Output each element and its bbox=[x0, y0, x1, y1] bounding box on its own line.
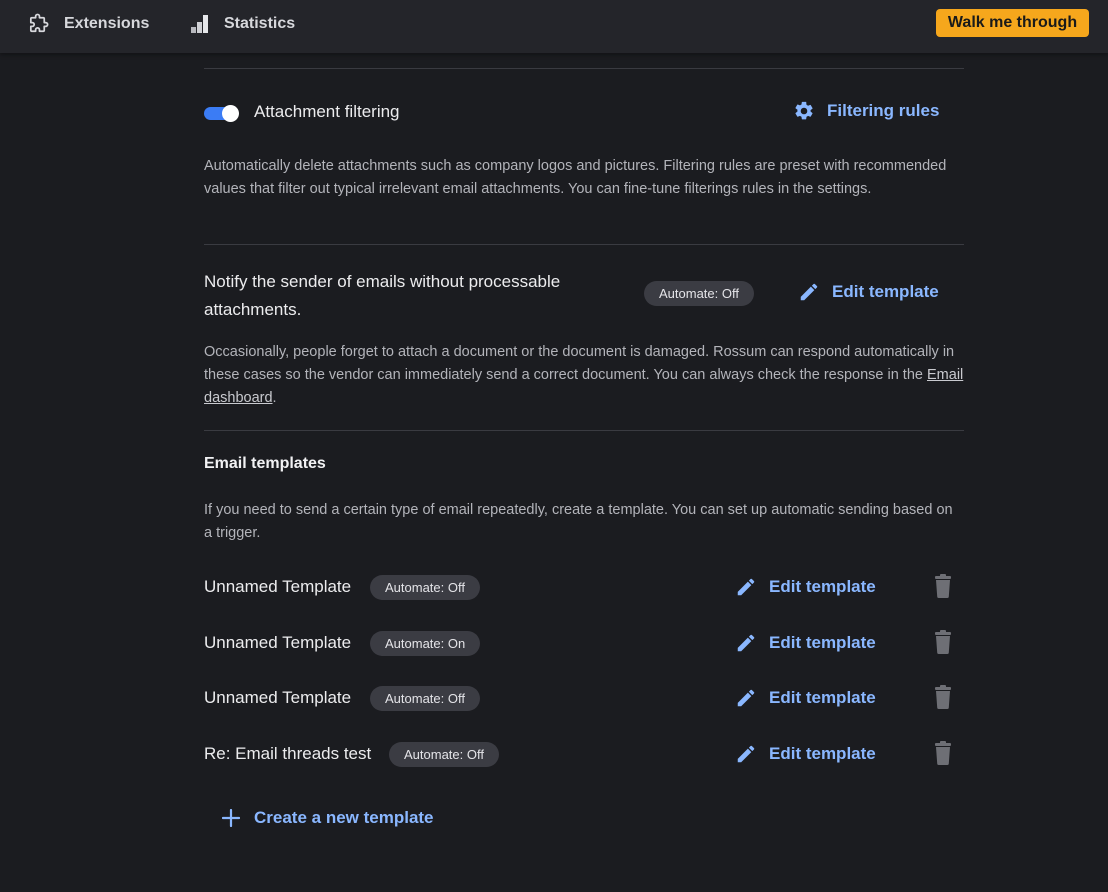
edit-template-label: Edit template bbox=[769, 577, 876, 596]
template-row: Re: Email threads test Automate: Off Edi… bbox=[204, 740, 964, 768]
nav-item-extensions[interactable]: Extensions bbox=[27, 12, 149, 36]
automate-status-badge: Automate: Off bbox=[644, 281, 754, 306]
notify-sender-title-line1: Notify the sender of emails without proc… bbox=[204, 272, 561, 291]
pencil-icon bbox=[737, 578, 755, 596]
filtering-rules-button[interactable]: Filtering rules bbox=[793, 100, 939, 122]
automate-status-badge: Automate: Off bbox=[370, 686, 480, 711]
attachment-filtering-description: Automatically delete attachments such as… bbox=[204, 158, 947, 197]
bar-chart-icon bbox=[191, 15, 208, 33]
walk-me-through-button[interactable]: Walk me through bbox=[936, 9, 1089, 37]
notify-sender-title-line2: attachments. bbox=[204, 300, 302, 319]
create-new-template-button[interactable]: Create a new template bbox=[222, 808, 434, 828]
divider bbox=[204, 430, 964, 431]
template-name: Unnamed Template bbox=[204, 688, 352, 707]
notify-sender-description: Occasionally, people forget to attach a … bbox=[204, 341, 964, 410]
edit-template-label: Edit template bbox=[769, 744, 876, 763]
plus-icon bbox=[222, 809, 240, 827]
attachment-filtering-toggle[interactable] bbox=[203, 104, 239, 122]
description-period: . bbox=[272, 390, 277, 406]
trash-icon[interactable] bbox=[933, 741, 953, 765]
notify-sender-title: Notify the sender of emails without proc… bbox=[204, 268, 560, 324]
template-name: Re: Email threads test bbox=[204, 744, 372, 763]
pencil-icon bbox=[737, 689, 755, 707]
nav-label: Statistics bbox=[224, 15, 296, 32]
pencil-icon bbox=[737, 745, 755, 763]
email-templates-title: Email templates bbox=[204, 455, 326, 472]
trash-icon[interactable] bbox=[933, 574, 953, 598]
edit-template-label: Edit template bbox=[832, 282, 939, 301]
toggle-knob bbox=[222, 105, 239, 122]
attachment-filtering-label: Attachment filtering bbox=[254, 102, 400, 121]
edit-template-button[interactable]: Edit template bbox=[735, 632, 876, 654]
automate-status-badge: Automate: Off bbox=[389, 742, 499, 767]
edit-template-label: Edit template bbox=[769, 688, 876, 707]
template-name: Unnamed Template bbox=[204, 633, 352, 652]
template-row: Unnamed Template Automate: Off Edit temp… bbox=[204, 684, 964, 712]
nav-item-statistics[interactable]: Statistics bbox=[190, 12, 295, 36]
edit-template-button[interactable]: Edit template bbox=[735, 743, 876, 765]
automate-status-badge: Automate: Off bbox=[370, 575, 480, 600]
template-row: Unnamed Template Automate: Off Edit temp… bbox=[204, 573, 964, 601]
template-name: Unnamed Template bbox=[204, 577, 352, 596]
email-templates-description: If you need to send a certain type of em… bbox=[204, 502, 953, 541]
edit-template-button[interactable]: Edit template bbox=[735, 687, 876, 709]
edit-template-label: Edit template bbox=[769, 633, 876, 652]
trash-icon[interactable] bbox=[933, 685, 953, 709]
top-navigation-bar: Extensions Statistics Walk me through bbox=[0, 0, 1108, 53]
divider bbox=[204, 68, 964, 69]
notify-sender-description-text: Occasionally, people forget to attach a … bbox=[204, 344, 955, 383]
automate-status-badge: Automate: On bbox=[370, 631, 481, 656]
puzzle-icon bbox=[29, 13, 49, 32]
divider bbox=[204, 244, 964, 245]
filtering-rules-label: Filtering rules bbox=[827, 101, 940, 120]
trash-icon[interactable] bbox=[933, 630, 953, 654]
notify-sender-edit-template-button[interactable]: Edit template bbox=[798, 281, 939, 303]
gear-icon bbox=[795, 101, 813, 120]
template-row: Unnamed Template Automate: On Edit templ… bbox=[204, 629, 964, 657]
pencil-icon bbox=[737, 634, 755, 652]
edit-template-button[interactable]: Edit template bbox=[735, 576, 876, 598]
nav-label: Extensions bbox=[64, 15, 150, 32]
create-new-template-label: Create a new template bbox=[254, 808, 434, 827]
pencil-icon bbox=[800, 283, 818, 301]
